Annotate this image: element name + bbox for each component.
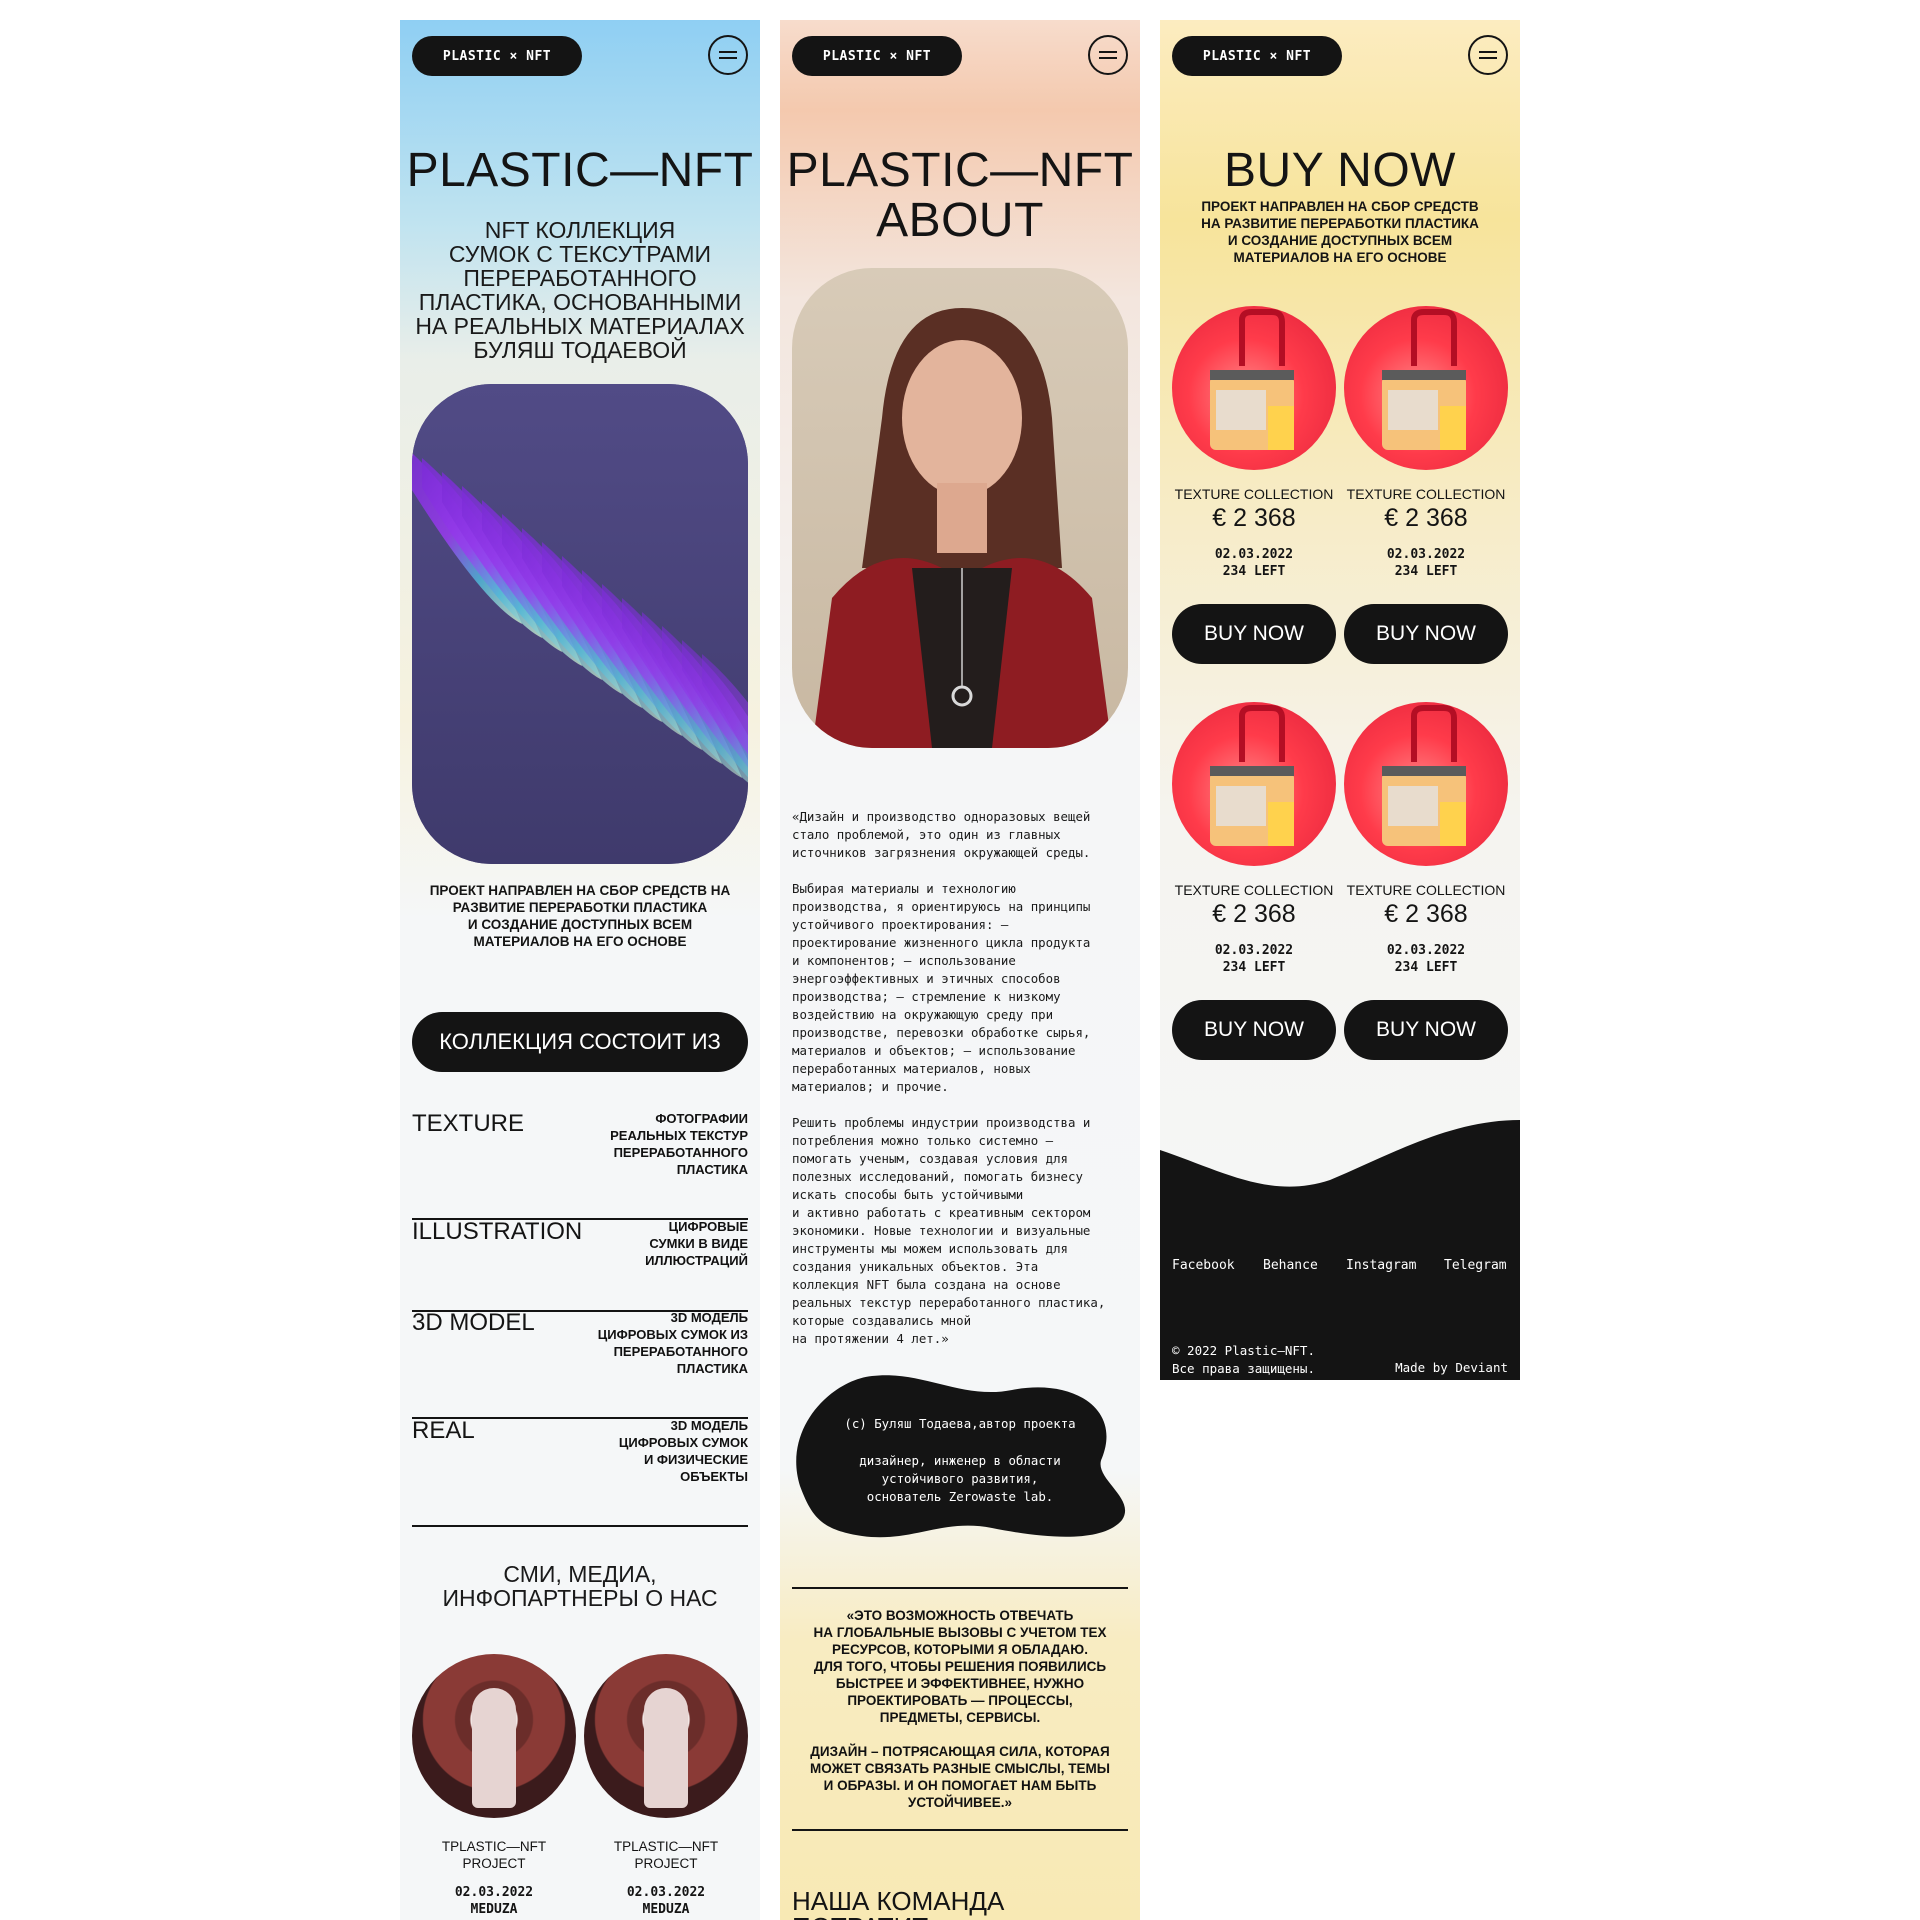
page-title: PLASTIC—NFT	[406, 144, 754, 197]
buy-now-button[interactable]: BUY NOW	[1344, 1000, 1508, 1060]
product-image[interactable]	[1344, 306, 1508, 470]
media-meta: 02.03.2022 MEDUZA	[454, 1885, 534, 1917]
menu-button[interactable]	[1468, 35, 1508, 75]
product-image[interactable]	[1344, 702, 1508, 866]
team-title: НАША КОМАНДА ПОТРАТИТ СРЕДСТВА С ПРОДАЖ	[792, 1886, 1005, 1920]
footer: Facebook Behance Instagram Telegram © 20…	[1160, 1120, 1520, 1380]
collection-row-illustration[interactable]: ILLUSTRATION ЦИФРОВЫЕ СУМКИ В ВИДЕ ИЛЛЮС…	[412, 1212, 748, 1312]
product-meta: 02.03.2022 234 LEFT	[1386, 547, 1466, 579]
collection-row-real[interactable]: REAL 3D МОДЕЛЬ ЦИФРОВЫХ СУМОК И ФИЗИЧЕСК…	[412, 1411, 748, 1527]
social-links: Facebook Behance Instagram Telegram	[1160, 1258, 1520, 1278]
collection-title: TEXTURE	[412, 1110, 525, 1137]
about-paragraph-3: Решить проблемы индустрии производства и…	[792, 1115, 1106, 1346]
page-title: PLASTIC—NFT ABOUT	[786, 144, 1134, 247]
media-photo[interactable]	[412, 1654, 576, 1818]
shop-screen: PLASTIC × NFT BUY NOW ПРОЕКТ НАПРАВЛЕН Н…	[1160, 20, 1520, 1380]
product-card[interactable]: TEXTURE COLLECTION € 2 368 02.03.2022 234 …	[1172, 702, 1336, 1062]
copyright: © 2022 Plastic—NFT. Все права защищены.	[1172, 1343, 1315, 1376]
product-card[interactable]: TEXTURE COLLECTION € 2 368 02.03.2022 234 …	[1172, 306, 1336, 666]
author-blob: (с) Буляш Тодаева,автор проекта дизайнер…	[792, 1368, 1128, 1548]
mission-text: ПРОЕКТ НАПРАВЛЕН НА СБОР СРЕДСТВ НА РАЗВ…	[1201, 199, 1479, 265]
product-label: TEXTURE COLLECTION	[1174, 486, 1334, 502]
hero-subtitle: NFT КОЛЛЕКЦИЯ СУМОК С ТЕКСУТРАМИ ПЕРЕРАБ…	[415, 217, 745, 363]
author-role: дизайнер, инженер в области устойчивого …	[859, 1453, 1061, 1504]
media-title: СМИ, МЕДИА, ИНФОПАРТНЕРЫ О НАС	[442, 1561, 718, 1611]
product-price: € 2 368	[1212, 900, 1296, 928]
collection-button[interactable]: КОЛЛЕКЦИЯ СОСТОИТ ИЗ	[412, 1012, 748, 1072]
collection-title: 3D MODEL	[412, 1309, 535, 1336]
author-portrait	[792, 268, 1128, 748]
logo[interactable]: PLASTIC × NFT	[792, 36, 962, 76]
hamburger-icon	[719, 51, 737, 53]
collection-desc: 3D МОДЕЛЬ ЦИФРОВЫХ СУМОК И ФИЗИЧЕСКИЕ ОБ…	[618, 1418, 748, 1484]
page-title: BUY NOW	[1224, 144, 1456, 197]
about-paragraph-2: Выбирая материалы и технологию производс…	[792, 881, 1091, 1094]
collection-row-texture[interactable]: TEXTURE ФОТОГРАФИИ РЕАЛЬНЫХ ТЕКСТУР ПЕРЕ…	[412, 1104, 748, 1220]
telegram-link[interactable]: Telegram	[1444, 1258, 1507, 1273]
about-screen: PLASTIC × NFT PLASTIC—NFT ABOUT «Дизайн …	[780, 20, 1140, 1920]
hamburger-icon	[1099, 51, 1117, 53]
media-name: TPLASTIC—NFT PROJECT	[613, 1839, 719, 1871]
hamburger-icon	[1479, 51, 1497, 53]
collection-desc: ФОТОГРАФИИ РЕАЛЬНЫХ ТЕКСТУР ПЕРЕРАБОТАНН…	[610, 1111, 748, 1177]
product-price: € 2 368	[1384, 900, 1468, 928]
product-meta: 02.03.2022 234 LEFT	[1214, 943, 1294, 975]
product-price: € 2 368	[1212, 504, 1296, 532]
product-card[interactable]: TEXTURE COLLECTION € 2 368 02.03.2022 234 …	[1344, 702, 1508, 1062]
hero-image	[412, 384, 748, 864]
product-image[interactable]	[1172, 306, 1336, 470]
product-meta: 02.03.2022 234 LEFT	[1386, 943, 1466, 975]
about-paragraph-1: «Дизайн и производство одноразовых вещей…	[792, 809, 1091, 860]
media-meta: 02.03.2022 MEDUZA	[626, 1885, 706, 1917]
instagram-link[interactable]: Instagram	[1346, 1258, 1416, 1273]
behance-link[interactable]: Behance	[1263, 1258, 1318, 1273]
product-label: TEXTURE COLLECTION	[1346, 486, 1506, 502]
collection-title: ILLUSTRATION	[412, 1218, 583, 1245]
mission-text: ПРОЕКТ НАПРАВЛЕН НА СБОР СРЕДСТВ НА РАЗВ…	[429, 883, 731, 949]
product-label: TEXTURE COLLECTION	[1174, 882, 1334, 898]
menu-button[interactable]	[1088, 35, 1128, 75]
buy-now-button[interactable]: BUY NOW	[1344, 604, 1508, 664]
buy-now-button[interactable]: BUY NOW	[1172, 1000, 1336, 1060]
person-figure	[644, 1688, 688, 1808]
collection-title: REAL	[412, 1417, 475, 1444]
facebook-link[interactable]: Facebook	[1172, 1258, 1235, 1273]
collection-row-3d-model[interactable]: 3D MODEL 3D МОДЕЛЬ ЦИФРОВЫХ СУМОК ИЗ ПЕР…	[412, 1303, 748, 1419]
quote-text-1: «ЭТО ВОЗМОЖНОСТЬ ОТВЕЧАТЬ НА ГЛОБАЛЬНЫЕ …	[813, 1608, 1107, 1725]
collection-desc: ЦИФРОВЫЕ СУМКИ В ВИДЕ ИЛЛЮСТРАЦИЙ	[645, 1219, 748, 1268]
buy-now-button[interactable]: BUY NOW	[1172, 604, 1336, 664]
quote-text-2: ДИЗАЙН – ПОТРЯСАЮЩАЯ СИЛА, КОТОРАЯ МОЖЕТ…	[810, 1744, 1110, 1810]
author-signature: (с) Буляш Тодаева,автор проекта	[844, 1416, 1076, 1431]
product-card[interactable]: TEXTURE COLLECTION € 2 368 02.03.2022 234 …	[1344, 306, 1508, 666]
menu-button[interactable]	[708, 35, 748, 75]
logo[interactable]: PLASTIC × NFT	[1172, 36, 1342, 76]
credit[interactable]: Made by Deviant	[1395, 1360, 1508, 1375]
media-photo[interactable]	[584, 1654, 748, 1818]
media-name: TPLASTIC—NFT PROJECT	[441, 1839, 547, 1871]
quote-block: «ЭТО ВОЗМОЖНОСТЬ ОТВЕЧАТЬ НА ГЛОБАЛЬНЫЕ …	[792, 1587, 1128, 1831]
person-figure	[472, 1688, 516, 1808]
product-label: TEXTURE COLLECTION	[1346, 882, 1506, 898]
collection-desc: 3D МОДЕЛЬ ЦИФРОВЫХ СУМОК ИЗ ПЕРЕРАБОТАНН…	[597, 1310, 748, 1376]
product-price: € 2 368	[1384, 504, 1468, 532]
logo[interactable]: PLASTIC × NFT	[412, 36, 582, 76]
home-screen: PLASTIC × NFT PLASTIC—NFT NFT КОЛЛЕКЦИЯ …	[400, 20, 760, 1920]
product-image[interactable]	[1172, 702, 1336, 866]
product-meta: 02.03.2022 234 LEFT	[1214, 547, 1294, 579]
